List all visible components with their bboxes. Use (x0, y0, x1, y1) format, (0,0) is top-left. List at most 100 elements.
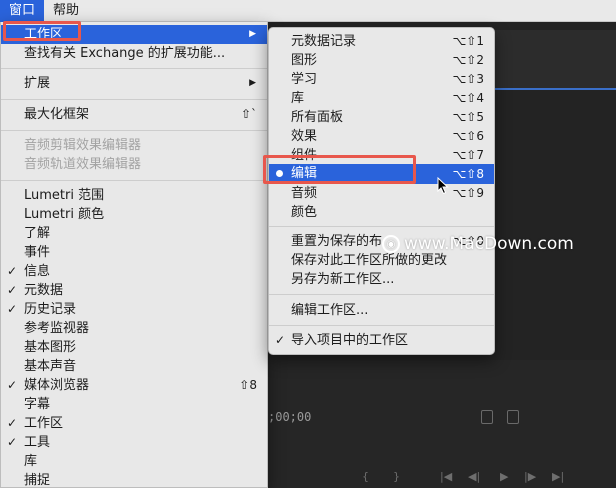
menu-item-label: 字幕 (24, 397, 51, 412)
menu-separator (1, 130, 267, 131)
menu-separator (1, 68, 267, 69)
menu-item-lumetri-scopes[interactable]: Lumetri 范围 (1, 186, 267, 205)
menu-separator (269, 226, 494, 227)
menu-item-essential-graphics[interactable]: 基本图形 (1, 338, 267, 357)
menu-item-info[interactable]: ✓ 信息 (1, 262, 267, 281)
submenu-item-import-from-project[interactable]: ✓ 导入项目中的工作区 (269, 331, 494, 350)
menu-separator (1, 180, 267, 181)
checkmark-icon: ✓ (7, 378, 18, 392)
menu-item-label: 所有面板 (291, 110, 344, 125)
checkmark-icon: ✓ (7, 264, 18, 278)
checkmark-icon: ✓ (7, 283, 18, 297)
app-panel-header (490, 30, 616, 90)
menu-item-label: 了解 (24, 226, 51, 241)
menu-separator (1, 99, 267, 100)
checkmark-icon: ✓ (7, 435, 18, 449)
checkmark-icon: ✓ (275, 333, 286, 347)
menu-item-label: 参考监视器 (24, 321, 90, 336)
menu-item-label: 颜色 (291, 205, 318, 220)
menu-item-label: 编辑工作区... (291, 303, 369, 318)
menu-separator (269, 294, 494, 295)
annotation-box-workspaces (3, 21, 81, 41)
submenu-item-effects[interactable]: 效果 ⌥⇧6 (269, 127, 494, 146)
checkmark-icon: ✓ (7, 302, 18, 316)
mark-out-icon[interactable]: } (393, 470, 400, 483)
menu-bar: 窗口 帮助 (0, 0, 616, 22)
menu-item-shortcut: ⌥⇧5 (452, 110, 484, 124)
menu-item-find-extensions[interactable]: 查找有关 Exchange 的扩展功能... (1, 44, 267, 63)
menu-item-maximize-frame[interactable]: 最大化框架 ⇧` (1, 105, 267, 124)
submenu-item-edit-workspaces[interactable]: 编辑工作区... (269, 301, 494, 320)
settings-icon[interactable] (507, 410, 519, 424)
menu-item-shortcut: ⌥⇧7 (452, 148, 484, 162)
menu-item-label: 图形 (291, 53, 318, 68)
menu-item-extensions[interactable]: 扩展 ▶ (1, 74, 267, 93)
menu-item-label: 效果 (291, 129, 318, 144)
submenu-item-audio[interactable]: 音频 ⌥⇧9 (269, 184, 494, 203)
menu-item-library[interactable]: 库 (1, 452, 267, 471)
menu-item-audio-track-effects: 音频轨道效果编辑器 (1, 155, 267, 174)
submenu-item-save-as-new[interactable]: 另存为新工作区... (269, 270, 494, 289)
menu-item-label: 事件 (24, 245, 51, 260)
step-forward-icon[interactable]: |▶ (524, 470, 536, 483)
submenu-item-color[interactable]: 颜色 (269, 203, 494, 222)
menu-item-history[interactable]: ✓ 历史记录 (1, 300, 267, 319)
submenu-item-graphics[interactable]: 图形 ⌥⇧2 (269, 51, 494, 70)
mouse-cursor-icon (437, 177, 449, 195)
menu-item-capture[interactable]: 捕捉 (1, 471, 267, 488)
timecode-display: ;00;00 (268, 410, 312, 424)
menu-item-events[interactable]: 事件 (1, 243, 267, 262)
menu-item-shortcut: ⌥⇧4 (452, 91, 484, 105)
checkmark-icon: ✓ (7, 416, 18, 430)
submenu-item-metadata-logging[interactable]: 元数据记录 ⌥⇧1 (269, 32, 494, 51)
menu-item-essential-sound[interactable]: 基本声音 (1, 357, 267, 376)
menu-item-shortcut: ⌥⇧1 (452, 34, 484, 48)
menu-item-label: 历史记录 (24, 302, 77, 317)
menu-item-label: 基本声音 (24, 359, 77, 374)
program-monitor-area (265, 360, 616, 488)
menu-item-label: 重置为保存的布 (291, 234, 383, 249)
menu-item-label: 库 (24, 454, 38, 469)
menu-item-media-browser[interactable]: ✓ 媒体浏览器 ⇧8 (1, 376, 267, 395)
menu-help[interactable]: 帮助 (44, 0, 88, 22)
menu-item-captions[interactable]: 字幕 (1, 395, 267, 414)
watermark: ◉ www.MacDown.com (382, 234, 574, 254)
menu-item-reference-monitor[interactable]: 参考监视器 (1, 319, 267, 338)
annotation-box-editing (263, 155, 416, 184)
go-to-in-icon[interactable]: |◀ (440, 470, 452, 483)
menu-item-label: Lumetri 颜色 (24, 207, 105, 222)
submenu-item-all-panels[interactable]: 所有面板 ⌥⇧5 (269, 108, 494, 127)
submenu-item-libraries[interactable]: 库 ⌥⇧4 (269, 89, 494, 108)
window-menu: 工作区 ▶ 查找有关 Exchange 的扩展功能... 扩展 ▶ 最大化框架 … (0, 22, 268, 488)
menu-item-label: 工作区 (24, 416, 64, 431)
submenu-arrow-icon: ▶ (249, 29, 256, 39)
export-frame-icon[interactable] (481, 410, 493, 424)
menu-window[interactable]: 窗口 (0, 0, 45, 22)
submenu-item-learning[interactable]: 学习 ⌥⇧3 (269, 70, 494, 89)
menu-item-tools[interactable]: ✓ 工具 (1, 433, 267, 452)
menu-item-label: 扩展 (24, 76, 51, 91)
play-icon[interactable]: ▶ (500, 470, 508, 483)
menu-item-metadata[interactable]: ✓ 元数据 (1, 281, 267, 300)
menu-item-label: 工具 (24, 435, 51, 450)
watermark-text: www.MacDown.com (404, 234, 574, 254)
menu-item-label: 基本图形 (24, 340, 77, 355)
menu-item-label: 导入项目中的工作区 (291, 333, 409, 348)
menu-item-label: 元数据记录 (291, 34, 357, 49)
menu-item-learn[interactable]: 了解 (1, 224, 267, 243)
workspaces-submenu: 元数据记录 ⌥⇧1 图形 ⌥⇧2 学习 ⌥⇧3 库 ⌥⇧4 所有面板 ⌥⇧5 效… (268, 27, 495, 355)
watermark-logo-icon: ◉ (382, 235, 400, 253)
menu-item-shortcut: ⇧8 (239, 378, 257, 392)
menu-item-label: 查找有关 Exchange 的扩展功能... (24, 46, 226, 61)
menu-item-label: 音频剪辑效果编辑器 (24, 138, 142, 153)
step-back-icon[interactable]: ◀| (468, 470, 480, 483)
mark-in-icon[interactable]: { (362, 470, 369, 483)
menu-item-shortcut: ⌥⇧9 (452, 186, 484, 200)
menu-item-label: 媒体浏览器 (24, 378, 90, 393)
menu-item-label: 元数据 (24, 283, 64, 298)
menu-item-workspaces-panel[interactable]: ✓ 工作区 (1, 414, 267, 433)
menu-item-shortcut: ⇧` (240, 107, 257, 121)
menu-item-lumetri-color[interactable]: Lumetri 颜色 (1, 205, 267, 224)
menu-item-label: 库 (291, 91, 305, 106)
go-to-out-icon[interactable]: ▶| (552, 470, 564, 483)
